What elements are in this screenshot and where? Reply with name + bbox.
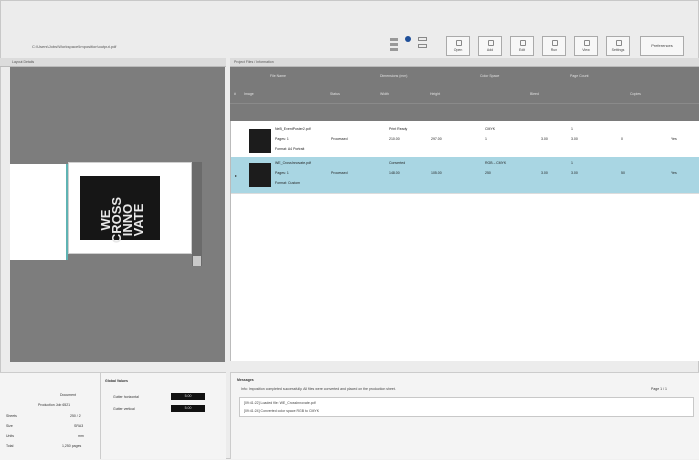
run-icon [552,40,558,46]
open-button[interactable]: Open [446,36,470,56]
add-button[interactable]: Add [478,36,502,56]
gutter-vertical-field[interactable]: 5.00 [171,405,205,412]
file-path: C:\Users\Jobs\Workspace\Imposition\outpu… [32,44,117,49]
gear-icon [616,40,622,46]
page-thumbnail: WE CROSS INNO VATE [80,176,160,243]
row-thumbnail [249,163,271,187]
pin-icon[interactable] [405,36,413,44]
col-color-space[interactable]: Color Space [480,74,499,78]
edit-icon [520,40,526,46]
col-file-name[interactable]: File Name [270,74,286,78]
col-page-count[interactable]: Page Count [570,74,589,78]
col-image[interactable]: Image [244,92,254,96]
view-icon [584,40,590,46]
add-icon [488,40,494,46]
document-summary: Document Production Job 6521 Sheets 250 … [0,372,100,460]
layout-icon[interactable] [418,36,428,52]
col-bleed[interactable]: Bleed [530,92,539,96]
left-pane-header: Layout Details [0,58,226,67]
table-row[interactable]: NeB_EventPoster2.pdf Pages: 1 Format: A4… [231,123,699,160]
grid-column-header: File Name Dimensions (mm) Color Space Pa… [230,67,699,121]
messages-panel: Messages Info: Imposition completed succ… [230,372,699,459]
preview-scrollbar[interactable] [192,162,202,266]
view-toggle-icon[interactable] [390,38,400,52]
global-values-panel: Global Values Gutter horizontal 5.00 Gut… [100,372,226,459]
col-copies[interactable]: Copies [630,92,641,96]
thumbnail-text: WE CROSS INNO VATE [98,196,146,244]
file-grid[interactable]: NeB_EventPoster2.pdf Pages: 1 Format: A4… [230,121,699,361]
row-thumbnail [249,129,271,153]
settings-button[interactable]: Settings [606,36,630,56]
grid-header-bar: Project Files / Information [230,58,699,67]
col-width[interactable]: Width [380,92,389,96]
table-row-selected[interactable]: ▸ WE_CrossInnovate.pdf Pages: 1 Format: … [231,157,699,194]
run-button[interactable]: Run [542,36,566,56]
view-button[interactable]: View [574,36,598,56]
col-height[interactable]: Height [430,92,440,96]
gutter-horizontal-field[interactable]: 5.00 [171,393,205,400]
scrollbar-thumb[interactable] [193,256,201,266]
col-dimensions[interactable]: Dimensions (mm) [380,74,407,78]
preferences-button[interactable]: Preferences [640,36,684,56]
col-status[interactable]: Status [330,92,340,96]
edit-button[interactable]: Edit [510,36,534,56]
open-icon [456,40,462,46]
message-log[interactable]: [09:41:22] Loaded file: WE_CrossInnovate… [239,397,694,417]
sheet-edge [10,164,66,260]
col-number[interactable]: # [234,92,236,96]
